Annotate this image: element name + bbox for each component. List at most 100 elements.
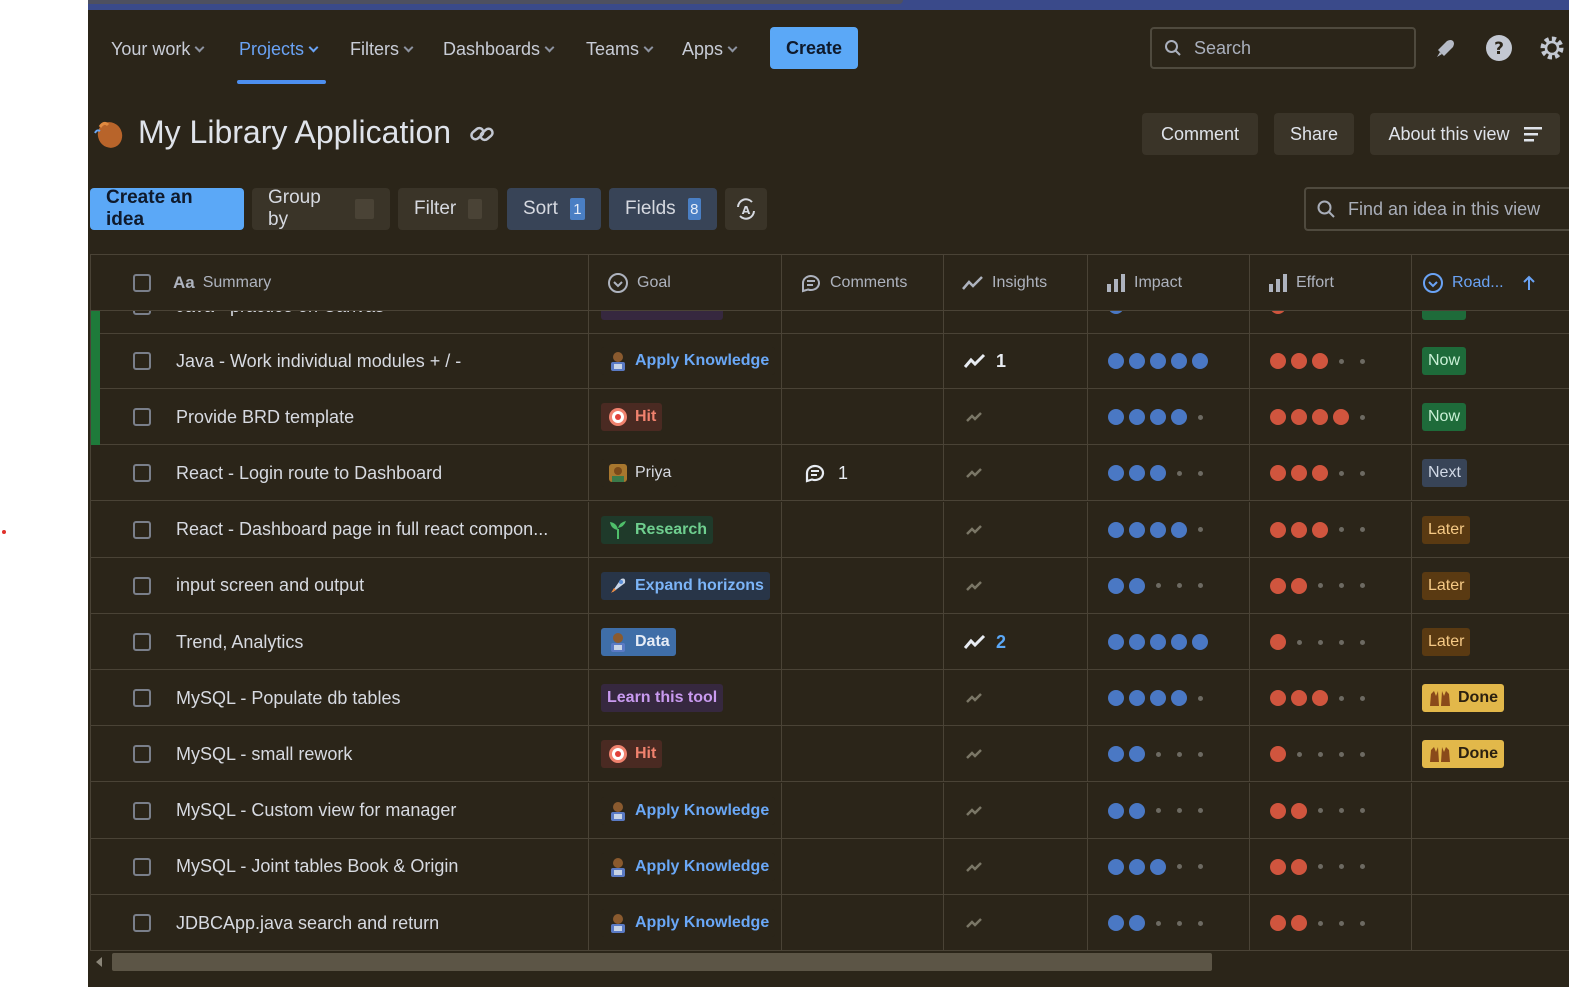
idea-summary[interactable]: Java - Work individual modules + / - [176, 351, 461, 372]
nav-filters[interactable]: Filters [350, 36, 414, 62]
goal-tag[interactable]: Apply Knowledge [601, 796, 776, 825]
effort-rating[interactable] [1270, 802, 1370, 819]
comment-count[interactable]: 1 [838, 463, 848, 484]
row-checkbox[interactable] [133, 914, 151, 932]
table-row[interactable]: Java - Work individual modules + / - Appl… [91, 333, 1569, 389]
effort-rating[interactable] [1270, 915, 1370, 931]
impact-rating[interactable] [1108, 353, 1208, 369]
table-row[interactable]: JDBCApp.java search and return Apply Know… [91, 895, 1569, 951]
effort-rating[interactable] [1270, 858, 1370, 875]
idea-summary[interactable]: input screen and output [176, 575, 364, 596]
idea-summary[interactable]: Provide BRD template [176, 407, 354, 428]
search-input[interactable]: Search [1150, 27, 1416, 69]
create-idea-button[interactable]: Create an idea [90, 187, 244, 230]
nav-your-work[interactable]: Your work [111, 36, 205, 62]
roadmap-tag[interactable]: Later [1422, 571, 1471, 600]
nav-projects[interactable]: Projects [239, 36, 319, 62]
effort-rating[interactable] [1270, 409, 1370, 426]
impact-rating[interactable] [1108, 690, 1208, 707]
impact-rating[interactable] [1108, 577, 1208, 594]
goal-tag[interactable]: Research [601, 515, 714, 544]
row-checkbox[interactable] [133, 745, 151, 764]
table-row[interactable]: MySQL - Populate db tables Learn this too… [91, 670, 1569, 727]
effort-rating[interactable] [1270, 690, 1370, 707]
nav-teams[interactable]: Teams [586, 36, 654, 62]
row-checkbox[interactable] [133, 633, 151, 651]
settings-gear-icon[interactable] [1536, 32, 1568, 64]
effort-rating[interactable] [1270, 521, 1370, 538]
table-row[interactable]: React - Login route to Dashboard Priya 1 Ne… [91, 445, 1569, 502]
col-summary[interactable]: Aa Summary [91, 255, 589, 311]
goal-tag[interactable]: Apply Knowledge [601, 909, 776, 937]
goal-tag[interactable]: Expand horizons [601, 571, 770, 600]
insights-count[interactable]: 1 [996, 351, 1006, 372]
scroll-thumb[interactable] [112, 953, 1212, 971]
col-comments[interactable]: Comments [782, 255, 944, 311]
col-effort[interactable]: Effort [1250, 255, 1412, 311]
roadmap-tag[interactable]: Done [1422, 740, 1504, 769]
goal-tag[interactable]: Hit [601, 403, 663, 432]
col-impact[interactable]: Impact [1088, 255, 1250, 311]
goal-tag[interactable]: Hit [601, 740, 663, 769]
share-button[interactable]: Share [1274, 113, 1354, 155]
link-icon[interactable] [468, 120, 496, 148]
idea-summary[interactable]: MySQL - Joint tables Book & Origin [176, 856, 458, 877]
impact-rating[interactable] [1108, 746, 1208, 763]
translate-button[interactable]: A [725, 188, 767, 230]
find-idea-input[interactable]: Find an idea in this view [1304, 187, 1569, 231]
impact-rating[interactable] [1108, 465, 1208, 482]
horizontal-scrollbar[interactable] [88, 951, 1569, 973]
impact-rating[interactable] [1108, 802, 1208, 819]
idea-summary[interactable]: React - Login route to Dashboard [176, 463, 442, 484]
col-goal[interactable]: Goal [589, 255, 782, 311]
roadmap-tag[interactable]: Later [1422, 628, 1471, 656]
insights-count[interactable]: 2 [996, 632, 1006, 653]
help-icon[interactable]: ? [1483, 32, 1515, 64]
select-all-checkbox[interactable] [133, 274, 151, 292]
fields-button[interactable]: Fields 8 [609, 188, 717, 230]
row-checkbox[interactable] [133, 464, 151, 483]
roadmap-tag[interactable]: Next [1422, 459, 1467, 488]
effort-rating[interactable] [1270, 746, 1370, 763]
col-insights[interactable]: Insights [944, 255, 1088, 311]
create-button[interactable]: Create [770, 27, 858, 69]
nav-apps[interactable]: Apps [682, 36, 738, 62]
roadmap-tag[interactable]: Later [1422, 515, 1471, 544]
sort-ascending-icon[interactable] [1522, 275, 1536, 291]
effort-rating[interactable] [1270, 465, 1370, 482]
row-checkbox[interactable] [133, 352, 151, 370]
filter-button[interactable]: Filter [398, 188, 498, 230]
idea-summary[interactable]: MySQL - small rework [176, 744, 352, 765]
notifications-icon[interactable] [1430, 32, 1462, 64]
about-view-button[interactable]: About this view [1370, 113, 1560, 155]
row-checkbox[interactable] [133, 408, 151, 427]
table-row[interactable]: MySQL - Custom view for manager Apply Kno… [91, 782, 1569, 839]
row-checkbox[interactable] [133, 689, 151, 708]
goal-tag[interactable]: Learn this tool [601, 684, 724, 713]
comment-button[interactable]: Comment [1142, 113, 1258, 155]
idea-summary[interactable]: React - Dashboard page in full react com… [176, 519, 548, 540]
effort-rating[interactable] [1270, 353, 1370, 369]
group-by-button[interactable]: Group by [252, 187, 390, 230]
goal-tag[interactable]: Priya [601, 459, 678, 488]
goal-tag[interactable]: Data [601, 628, 676, 656]
row-checkbox[interactable] [133, 801, 151, 820]
sort-button[interactable]: Sort 1 [507, 188, 601, 230]
table-row[interactable]: input screen and output Expand horizons La… [91, 557, 1569, 614]
table-row[interactable]: MySQL - Joint tables Book & Origin Apply … [91, 838, 1569, 895]
impact-rating[interactable] [1108, 521, 1208, 538]
table-row[interactable]: React - Dashboard page in full react com… [91, 501, 1569, 558]
table-row[interactable]: Trend, Analytics Data 2 Later [91, 614, 1569, 670]
scroll-left-arrow[interactable] [96, 957, 102, 967]
col-roadmap[interactable]: Road... [1412, 255, 1569, 311]
idea-summary[interactable]: MySQL - Populate db tables [176, 688, 400, 709]
table-row[interactable]: MySQL - small rework Hit Done [91, 726, 1569, 783]
goal-tag[interactable]: Apply Knowledge [601, 852, 776, 881]
row-checkbox[interactable] [133, 576, 151, 595]
impact-rating[interactable] [1108, 915, 1208, 931]
impact-rating[interactable] [1108, 409, 1208, 426]
impact-rating[interactable] [1108, 858, 1208, 875]
row-checkbox[interactable] [133, 520, 151, 539]
effort-rating[interactable] [1270, 577, 1370, 594]
impact-rating[interactable] [1108, 634, 1208, 650]
